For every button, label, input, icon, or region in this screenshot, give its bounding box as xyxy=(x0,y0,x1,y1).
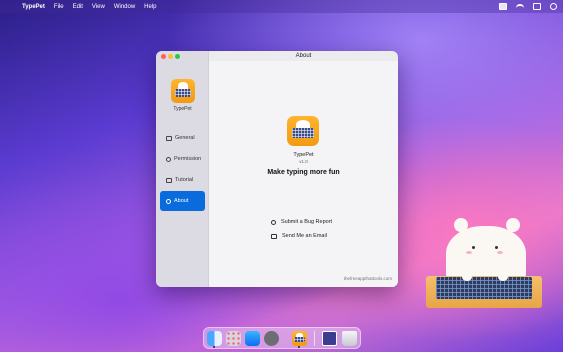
running-indicator xyxy=(298,346,300,348)
typepet-logo-icon xyxy=(171,79,195,103)
menu-window[interactable]: Window xyxy=(114,4,135,10)
window-icon xyxy=(166,135,172,141)
minimize-button[interactable] xyxy=(168,54,173,59)
keyboard-badge-icon[interactable] xyxy=(499,3,507,10)
sidebar-app-logo xyxy=(171,79,195,103)
status-area xyxy=(499,3,557,10)
sidebar-item-general[interactable]: General xyxy=(160,128,205,148)
sidebar-item-label: Permission xyxy=(174,156,202,162)
running-indicator xyxy=(213,346,215,348)
system-settings-icon[interactable] xyxy=(264,331,279,346)
app-store-icon[interactable] xyxy=(245,331,260,346)
sidebar: TypePet General Permission Tutorial Abou… xyxy=(156,51,209,287)
bug-icon xyxy=(271,219,276,225)
bug-report-link[interactable]: Submit a Bug Report xyxy=(271,219,332,225)
typepet-icon[interactable] xyxy=(292,331,307,346)
sidebar-item-permission[interactable]: Permission xyxy=(160,149,205,169)
about-app-name: TypePet xyxy=(293,152,314,158)
close-button[interactable] xyxy=(161,54,166,59)
email-link[interactable]: Send Me an Email xyxy=(271,233,327,239)
desktop-pet[interactable] xyxy=(426,218,542,310)
sidebar-item-tutorial[interactable]: Tutorial xyxy=(160,170,205,190)
footer-url[interactable]: thefreeappthattools.com xyxy=(344,276,392,281)
mail-icon xyxy=(271,233,277,239)
about-app-logo xyxy=(287,116,319,146)
sidebar-item-label: General xyxy=(175,135,195,141)
about-window: TypePet General Permission Tutorial Abou… xyxy=(156,51,398,287)
about-content: TypePet v1.0 Make typing more fun Submit… xyxy=(209,61,398,287)
menu-file[interactable]: File xyxy=(54,4,64,10)
menu-edit[interactable]: Edit xyxy=(73,4,83,10)
bug-report-label: Submit a Bug Report xyxy=(281,219,333,225)
trash-icon[interactable] xyxy=(342,331,357,346)
pet-cheek-icon xyxy=(466,251,472,254)
email-label: Send Me an Email xyxy=(282,233,327,239)
menu-app-name[interactable]: TypePet xyxy=(22,4,45,10)
sidebar-item-about[interactable]: About xyxy=(160,191,205,211)
about-version: v1.0 xyxy=(299,159,308,164)
sidebar-app-name: TypePet xyxy=(173,106,192,112)
permission-icon xyxy=(166,156,171,162)
menu-view[interactable]: View xyxy=(92,4,105,10)
user-icon[interactable] xyxy=(550,3,557,10)
sidebar-item-label: About xyxy=(174,198,189,204)
pet-keyboard-icon xyxy=(436,277,532,299)
about-tagline: Make typing more fun xyxy=(267,169,340,176)
title-bar[interactable]: About xyxy=(156,51,398,61)
pet-cheek-icon xyxy=(497,251,503,254)
wifi-icon[interactable] xyxy=(516,4,524,9)
tutorial-icon xyxy=(166,177,172,183)
pet-paw-icon xyxy=(498,273,508,281)
finder-icon[interactable] xyxy=(207,331,222,346)
dock xyxy=(203,327,361,349)
dock-separator xyxy=(314,331,315,346)
control-center-icon[interactable] xyxy=(533,3,541,10)
sidebar-item-label: Tutorial xyxy=(175,177,194,183)
menu-bar: TypePet File Edit View Window Help xyxy=(0,0,563,13)
typepet-logo-icon xyxy=(287,116,319,146)
minimized-window-icon[interactable] xyxy=(322,331,337,346)
zoom-button[interactable] xyxy=(175,54,180,59)
menu-help[interactable]: Help xyxy=(144,4,156,10)
pet-eye-icon xyxy=(495,246,498,249)
launchpad-icon[interactable] xyxy=(226,331,241,346)
info-icon xyxy=(166,198,171,204)
pet-paw-icon xyxy=(462,273,472,281)
pet-eye-icon xyxy=(472,246,475,249)
window-title: About xyxy=(295,53,312,59)
